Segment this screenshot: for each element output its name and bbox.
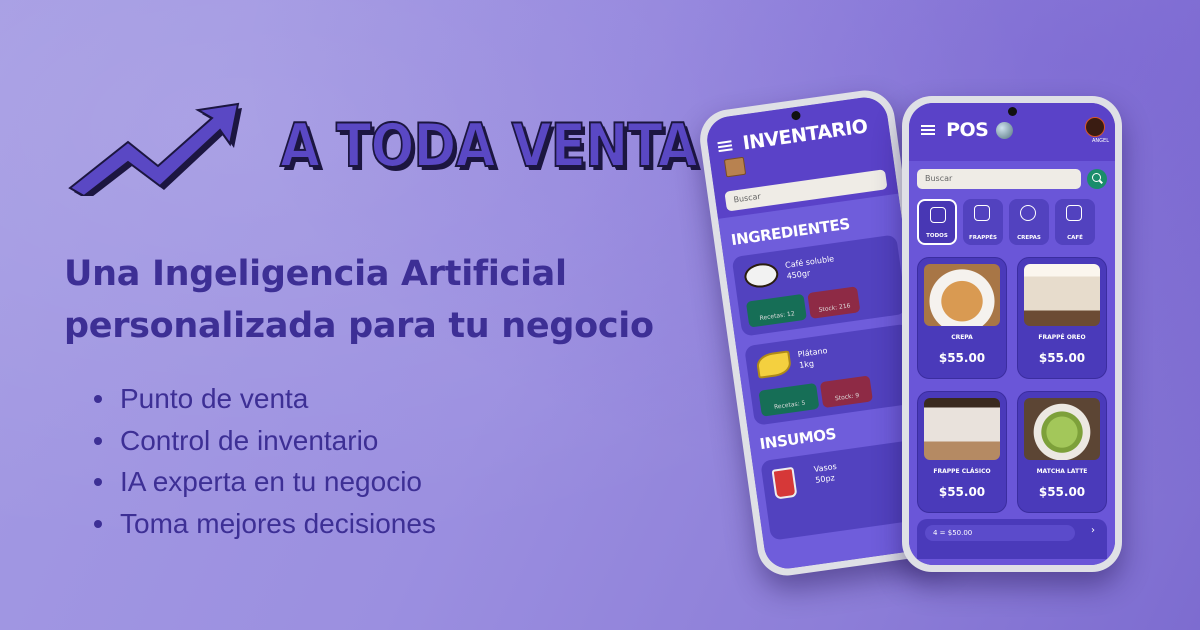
scroll-icon bbox=[930, 207, 946, 223]
stock-chip[interactable]: Stock: 216 bbox=[807, 286, 861, 319]
feature-item: Punto de venta bbox=[92, 378, 436, 420]
globe-icon bbox=[996, 121, 1014, 139]
product-card[interactable]: MATCHA LATTE $55.00 bbox=[1017, 391, 1107, 513]
box-icon bbox=[723, 156, 747, 177]
user-name: ANGEL bbox=[1092, 138, 1109, 144]
cookie-icon bbox=[1020, 205, 1036, 221]
cup-icon bbox=[771, 466, 798, 500]
tab-label: TODOS bbox=[926, 233, 948, 239]
frappe-oreo-photo bbox=[1024, 264, 1100, 326]
camera-dot bbox=[1008, 107, 1017, 116]
brand-title: A TODA VENTA bbox=[279, 110, 698, 182]
tab-label: FRAPPÉS bbox=[968, 235, 998, 241]
headline: Una Ingeligencia Artificial personalizad… bbox=[64, 248, 724, 352]
product-price: $55.00 bbox=[1038, 485, 1086, 499]
frappe-clasico-photo bbox=[924, 398, 1000, 460]
tab-label: CREPAS bbox=[1017, 235, 1041, 241]
headline-line-1: Una Ingeligencia Artificial bbox=[64, 254, 567, 294]
search-icon[interactable] bbox=[1087, 169, 1107, 189]
cart-bar[interactable]: 4 = $50.00 › bbox=[917, 519, 1107, 559]
category-tabs: TODOS FRAPPÉS CREPAS CAFÉ bbox=[917, 199, 1107, 245]
product-card[interactable]: FRAPPÉ OREO $55.00 bbox=[1017, 257, 1107, 379]
tab-cafe[interactable]: CAFÉ bbox=[1055, 199, 1095, 245]
banana-icon bbox=[755, 350, 793, 379]
product-grid: CREPA $55.00 FRAPPÉ OREO $55.00 FRAPPE C… bbox=[917, 257, 1107, 513]
pos-title: POS bbox=[946, 119, 989, 141]
recipes-chip[interactable]: Recetas: 5 bbox=[758, 382, 820, 417]
matcha-latte-photo bbox=[1024, 398, 1100, 460]
ingredient-card[interactable]: Café soluble 450gr Recetas: 12 Stock: 21… bbox=[731, 234, 908, 337]
pos-body: Buscar TODOS FRAPPÉS CREPAS CAFÉ CREPA $… bbox=[909, 161, 1115, 565]
pos-search-row: Buscar bbox=[917, 169, 1107, 189]
product-card[interactable]: CREPA $55.00 bbox=[917, 257, 1007, 379]
product-card[interactable]: FRAPPE CLÁSICO $55.00 bbox=[917, 391, 1007, 513]
chevron-right-icon[interactable]: › bbox=[1091, 525, 1095, 536]
tab-frappes[interactable]: FRAPPÉS bbox=[963, 199, 1003, 245]
menu-icon[interactable] bbox=[717, 139, 733, 152]
product-price: $55.00 bbox=[938, 485, 986, 499]
avatar[interactable] bbox=[1085, 117, 1105, 137]
tab-todos[interactable]: TODOS bbox=[917, 199, 957, 245]
inventory-title: INVENTARIO bbox=[741, 115, 869, 155]
pos-screen: POS ANGEL Buscar TODOS FRAPPÉS CREPAS CA… bbox=[909, 103, 1115, 565]
pos-phone: POS ANGEL Buscar TODOS FRAPPÉS CREPAS CA… bbox=[902, 96, 1122, 572]
ingredient-info: Café soluble 450gr bbox=[784, 253, 836, 282]
supply-info: Vasos 50pz bbox=[813, 461, 839, 486]
cart-summary: 4 = $50.00 bbox=[925, 525, 1075, 541]
pos-search-input[interactable]: Buscar bbox=[917, 169, 1081, 189]
headline-line-2: personalizada para tu negocio bbox=[64, 306, 654, 346]
supply-qty: 50pz bbox=[814, 473, 836, 485]
menu-icon[interactable] bbox=[921, 124, 935, 135]
recipes-chip[interactable]: Recetas: 12 bbox=[745, 293, 807, 328]
feature-item: Control de inventario bbox=[92, 420, 436, 462]
feature-item: IA experta en tu negocio bbox=[92, 461, 436, 503]
ingredient-info: Plátano 1kg bbox=[797, 345, 830, 371]
product-price: $55.00 bbox=[938, 351, 986, 365]
frappe-cup-icon bbox=[974, 205, 990, 221]
product-price: $55.00 bbox=[1038, 351, 1086, 365]
product-name: MATCHA LATTE bbox=[1036, 468, 1088, 475]
product-name: CREPA bbox=[951, 334, 973, 341]
stock-chip[interactable]: Stock: 9 bbox=[819, 375, 873, 409]
tab-crepas[interactable]: CREPAS bbox=[1009, 199, 1049, 245]
feature-list: Punto de venta Control de inventario IA … bbox=[92, 378, 436, 544]
coffee-cup-icon bbox=[742, 261, 780, 290]
product-name: FRAPPÉ OREO bbox=[1038, 334, 1086, 341]
tab-label: CAFÉ bbox=[1067, 235, 1083, 241]
coffee-mug-icon bbox=[1066, 205, 1082, 221]
trend-arrow-logo bbox=[68, 102, 242, 196]
feature-item: Toma mejores decisiones bbox=[92, 503, 436, 545]
product-name: FRAPPE CLÁSICO bbox=[933, 468, 991, 475]
ingredient-card[interactable]: Plátano 1kg Recetas: 5 Stock: 9 bbox=[744, 323, 920, 426]
crepa-photo bbox=[924, 264, 1000, 326]
